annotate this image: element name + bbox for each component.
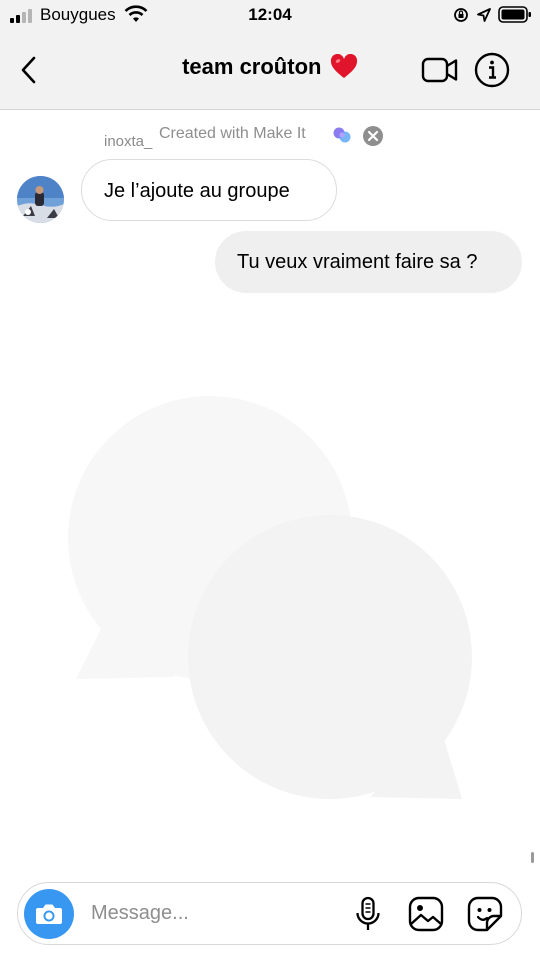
thread-title: team croûton xyxy=(182,54,322,79)
camera-button[interactable] xyxy=(24,889,74,939)
message-composer xyxy=(17,882,522,945)
battery-icon xyxy=(498,6,531,23)
chat-watermark-bubbles-icon xyxy=(68,396,472,799)
scrollbar[interactable] xyxy=(531,852,534,863)
message-thread[interactable]: inoxta_ Created with Make It Je l’ajoute… xyxy=(0,111,540,876)
message-input[interactable] xyxy=(91,883,341,944)
camera-icon xyxy=(36,904,62,924)
bottom-safe-area xyxy=(0,946,540,960)
microphone-button[interactable] xyxy=(354,896,382,932)
close-circle-icon[interactable] xyxy=(362,125,384,147)
message-bubble-sent[interactable]: Tu veux vraiment faire sa ? xyxy=(215,231,522,293)
gallery-button[interactable] xyxy=(408,896,444,932)
video-call-button[interactable] xyxy=(420,54,460,86)
made-with-text: Created with Make It xyxy=(159,125,306,142)
location-icon xyxy=(477,8,491,22)
info-button[interactable] xyxy=(474,52,510,88)
sticker-button[interactable] xyxy=(467,896,503,932)
make-it-logo-icon xyxy=(333,127,351,143)
message-bubble-received[interactable]: Je l’ajoute au groupe xyxy=(81,159,337,221)
avatar[interactable] xyxy=(17,176,64,223)
made-with-username: inoxta_ xyxy=(104,133,153,150)
heart-icon xyxy=(330,54,357,78)
status-bar: Bouygues 12:04 xyxy=(0,0,540,30)
thread-header: team croûton xyxy=(0,30,540,110)
orientation-lock-icon xyxy=(454,8,468,22)
